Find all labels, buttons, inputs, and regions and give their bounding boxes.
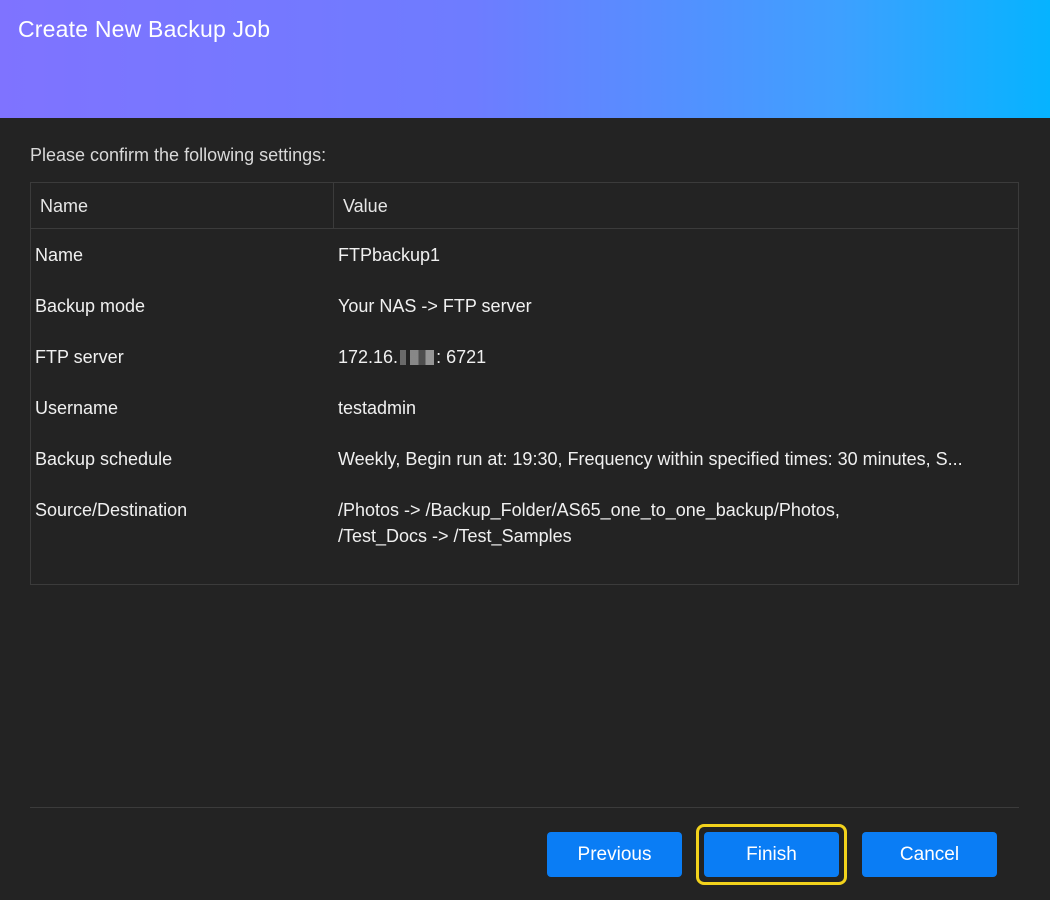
settings-table: Name Value Name FTPbackup1 Backup mode Y… (30, 182, 1019, 585)
table-row: Backup mode Your NAS -> FTP server (31, 280, 1018, 331)
row-name: Name (35, 245, 84, 265)
column-divider[interactable] (333, 183, 334, 228)
cancel-button[interactable]: Cancel (862, 832, 997, 877)
row-name: Backup mode (35, 296, 146, 316)
dialog-title: Create New Backup Job (18, 16, 271, 42)
table-row: Source/Destination /Photos -> /Backup_Fo… (31, 484, 1018, 564)
row-name: Username (35, 398, 119, 418)
column-header-value[interactable]: Value (343, 196, 388, 217)
row-value: FTPbackup1 (338, 245, 441, 265)
table-row: Name FTPbackup1 (31, 229, 1018, 280)
row-value-source-destination: /Photos -> /Backup_Folder/AS65_one_to_on… (338, 497, 1003, 549)
redacted-ip-block (400, 350, 435, 365)
row-name: Backup schedule (35, 449, 173, 469)
confirm-prompt: Please confirm the following settings: (30, 145, 327, 165)
row-value: testadmin (338, 398, 417, 418)
table-row: FTP server 172.16. : 6721 (31, 331, 1018, 382)
previous-button[interactable]: Previous (547, 832, 682, 877)
table-row: Username testadmin (31, 382, 1018, 433)
mapping-line-2: /Test_Docs -> /Test_Samples (338, 526, 572, 546)
ftp-port: : 6721 (436, 347, 487, 367)
row-value: Weekly, Begin run at: 19:30, Frequency w… (338, 449, 963, 469)
finish-button[interactable]: Finish (704, 832, 839, 877)
column-header-name[interactable]: Name (40, 196, 88, 217)
row-value: Your NAS -> FTP server (338, 296, 532, 316)
mapping-line-1: /Photos -> /Backup_Folder/AS65_one_to_on… (338, 500, 840, 520)
table-row: Backup schedule Weekly, Begin run at: 19… (31, 433, 1018, 484)
footer-divider (30, 807, 1019, 808)
row-name: FTP server (35, 347, 124, 367)
ftp-ip-prefix: 172.16. (338, 347, 399, 367)
row-name: Source/Destination (35, 500, 188, 520)
row-value-ftp-server: 172.16. : 6721 (338, 347, 1003, 368)
table-body: Name FTPbackup1 Backup mode Your NAS -> … (31, 229, 1018, 564)
create-backup-job-dialog: Create New Backup Job Please confirm the… (0, 0, 1050, 900)
dialog-header: Create New Backup Job (0, 0, 1050, 118)
table-header: Name Value (31, 183, 1018, 229)
